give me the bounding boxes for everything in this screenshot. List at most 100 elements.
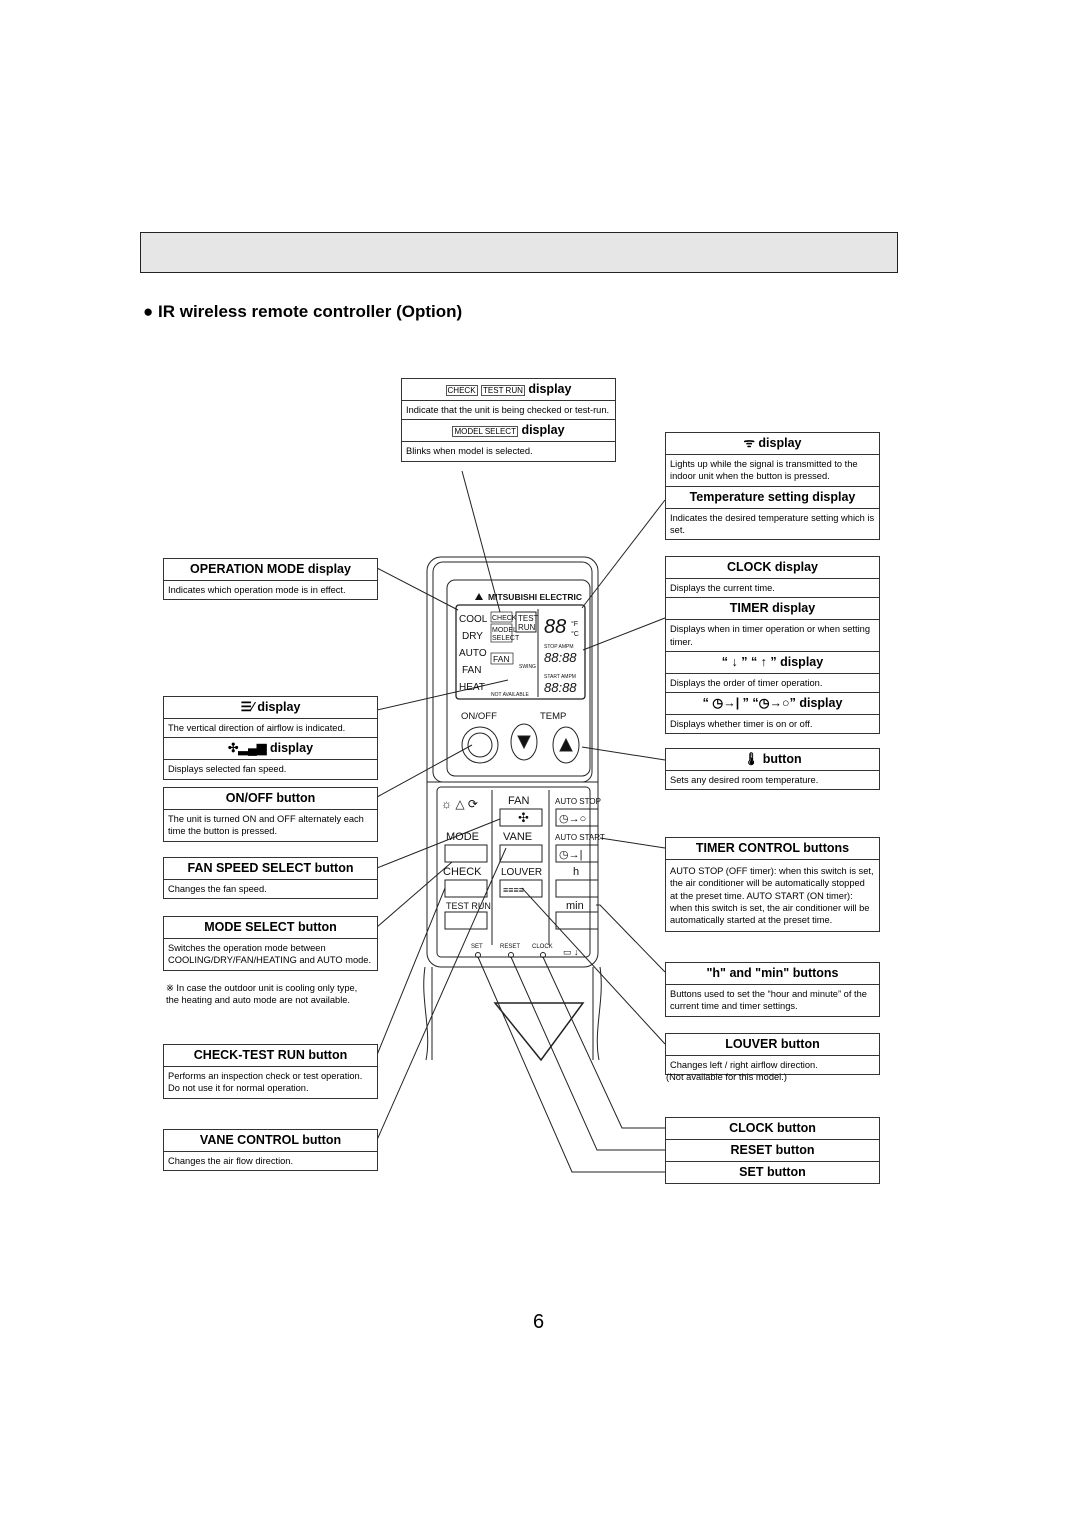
min-label: min: [566, 900, 584, 912]
lcd-timer-time: 88:88: [544, 680, 577, 695]
temp-label: TEMP: [540, 711, 566, 722]
remote-diagram: MITSUBISHI ELECTRIC COOL DRY AUTO FAN HE…: [376, 470, 666, 1173]
mode-select-note: ※ In case the outdoor unit is cooling on…: [166, 983, 358, 1006]
vane-control-box: VANE CONTROL button Changes the air flow…: [163, 1129, 378, 1172]
auto-start-label: AUTO START: [555, 833, 605, 842]
box-desc: Displays whether timer is on or off.: [670, 719, 813, 730]
box-title: ON/OFF button: [164, 788, 377, 810]
box-desc: Displays the current time.: [666, 579, 879, 599]
check-button[interactable]: [444, 879, 488, 898]
model-select-icon: MODEL SELECT: [452, 426, 518, 438]
leader-line: [596, 904, 666, 973]
mode-button[interactable]: [444, 844, 488, 863]
lcd-unit-c: °C: [571, 630, 579, 638]
box-desc: Buttons used to set the “hour and minute…: [670, 989, 867, 1012]
signal-display-box: ᯤ display Lights up while the signal is …: [665, 432, 880, 540]
leader-line: [461, 470, 501, 613]
leader-line: [376, 887, 446, 1056]
lcd-swing: SWING: [519, 664, 536, 670]
fan-speed-box: FAN SPEED SELECT button Changes the fan …: [163, 857, 378, 900]
leader-line: [582, 617, 666, 651]
check-test-display-box: CHECK TEST RUN display Indicate that the…: [401, 378, 616, 462]
mode-select-box: MODE SELECT button Switches the operatio…: [163, 916, 378, 971]
vane-fan-display-box: ☰⁄ display The vertical direction of air…: [163, 696, 378, 780]
box-desc: Indicate that the unit is being checked …: [402, 401, 615, 421]
leader-line: [376, 567, 459, 611]
box-title: MODE SELECT button: [164, 917, 377, 939]
lcd-not-available: NOT AVAILABLE: [491, 692, 529, 698]
box-title: button: [762, 752, 802, 766]
onoff-button[interactable]: [461, 726, 499, 764]
box-desc: Sets any desired room temperature.: [670, 775, 819, 785]
mode-label: MODE: [446, 831, 479, 843]
box-desc: AUTO STOP (OFF timer): when this switch …: [670, 866, 874, 926]
temp-button-box: 🌡︎ button Sets any desired room temperat…: [665, 748, 880, 791]
box-desc: Changes the fan speed.: [168, 884, 267, 894]
box-title: CHECK-TEST RUN button: [164, 1045, 377, 1067]
fan-label: FAN: [508, 795, 529, 807]
box-title: CLOCK button: [666, 1118, 879, 1140]
test-run-label: TEST RUN: [446, 901, 491, 911]
min-button[interactable]: [555, 911, 599, 930]
mode-cool: COOL: [459, 614, 488, 625]
test-run-button[interactable]: [444, 911, 488, 930]
box-desc: Performs an inspection check or test ope…: [168, 1071, 363, 1094]
box-desc: Blinks when model is selected.: [406, 446, 533, 457]
set-label: SET: [471, 944, 483, 950]
leader-line: [376, 744, 473, 798]
page-number: 6: [533, 1311, 545, 1333]
vane-icon: ☰⁄: [240, 700, 254, 714]
mode-fan: FAN: [462, 665, 481, 676]
lcd-unit-f: °F: [571, 620, 578, 628]
box-desc: The vertical direction of airflow is ind…: [164, 719, 377, 739]
box-title: TIMER display: [666, 598, 879, 621]
box-desc: Displays selected fan speed.: [168, 764, 287, 775]
check-label: CHECK: [443, 866, 482, 878]
box-desc: Displays the order of timer operation.: [666, 674, 879, 694]
leader-line: [376, 679, 509, 711]
vane-button[interactable]: [499, 844, 543, 863]
check-icon: CHECK: [445, 385, 478, 396]
mode-icons: ☼ △ ⟳: [441, 797, 478, 811]
box-title: display: [269, 741, 314, 756]
brand-diamonds-icon: [475, 593, 483, 600]
box-title: OPERATION MODE display: [164, 559, 377, 581]
box-title: “ ↓ ” “ ↑ ” display: [666, 652, 879, 674]
box-desc: The unit is turned ON and OFF alternatel…: [168, 814, 364, 837]
leader-line: [376, 861, 453, 928]
box-title: VANE CONTROL button: [164, 1130, 377, 1152]
h-button[interactable]: [555, 879, 599, 898]
louver-label: LOUVER: [501, 867, 542, 878]
h-label: h: [573, 866, 579, 878]
lcd-model: MODEL: [492, 627, 517, 634]
battery-icon: ▭ ↓: [563, 947, 579, 957]
h-min-box: "h" and "min" buttons Buttons used to se…: [665, 962, 880, 1017]
lcd-fan: FAN: [493, 654, 510, 664]
box-title: "h" and "min" buttons: [666, 963, 879, 985]
box-title: display: [528, 382, 572, 396]
lcd-select: SELECT: [492, 635, 520, 642]
box-title: “ ◷→| ” “◷→○” display: [666, 693, 879, 716]
leader-line: [477, 956, 665, 1173]
lcd-run: RUN: [518, 623, 536, 632]
leader-line: [581, 499, 666, 609]
leader-line: [376, 818, 501, 869]
leader-line: [542, 956, 665, 1129]
box-desc: Lights up while the signal is transmitte…: [666, 455, 879, 487]
clock-reset-set-box: CLOCK button RESET button SET button: [665, 1117, 880, 1184]
test-run-icon: TEST RUN: [481, 385, 525, 396]
mode-dry: DRY: [462, 631, 483, 642]
box-desc: Indicates which operation mode is in eff…: [168, 585, 346, 595]
lcd-test: TEST: [518, 614, 539, 623]
lcd-clock-time: 88:88: [544, 650, 577, 665]
box-title: CLOCK display: [666, 557, 879, 579]
check-test-run-box: CHECK-TEST RUN button Performs an inspec…: [163, 1044, 378, 1099]
louver-icon: ≡≡≡≡: [503, 885, 524, 895]
onoff-box: ON/OFF button The unit is turned ON and …: [163, 787, 378, 842]
box-desc: Changes the air flow direction.: [168, 1156, 294, 1166]
box-title: display: [758, 436, 802, 450]
vane-label: VANE: [503, 831, 532, 843]
auto-stop-label: AUTO STOP: [555, 797, 601, 806]
fan-icon: ✣: [518, 810, 529, 825]
lcd-check: CHECK: [492, 615, 517, 622]
